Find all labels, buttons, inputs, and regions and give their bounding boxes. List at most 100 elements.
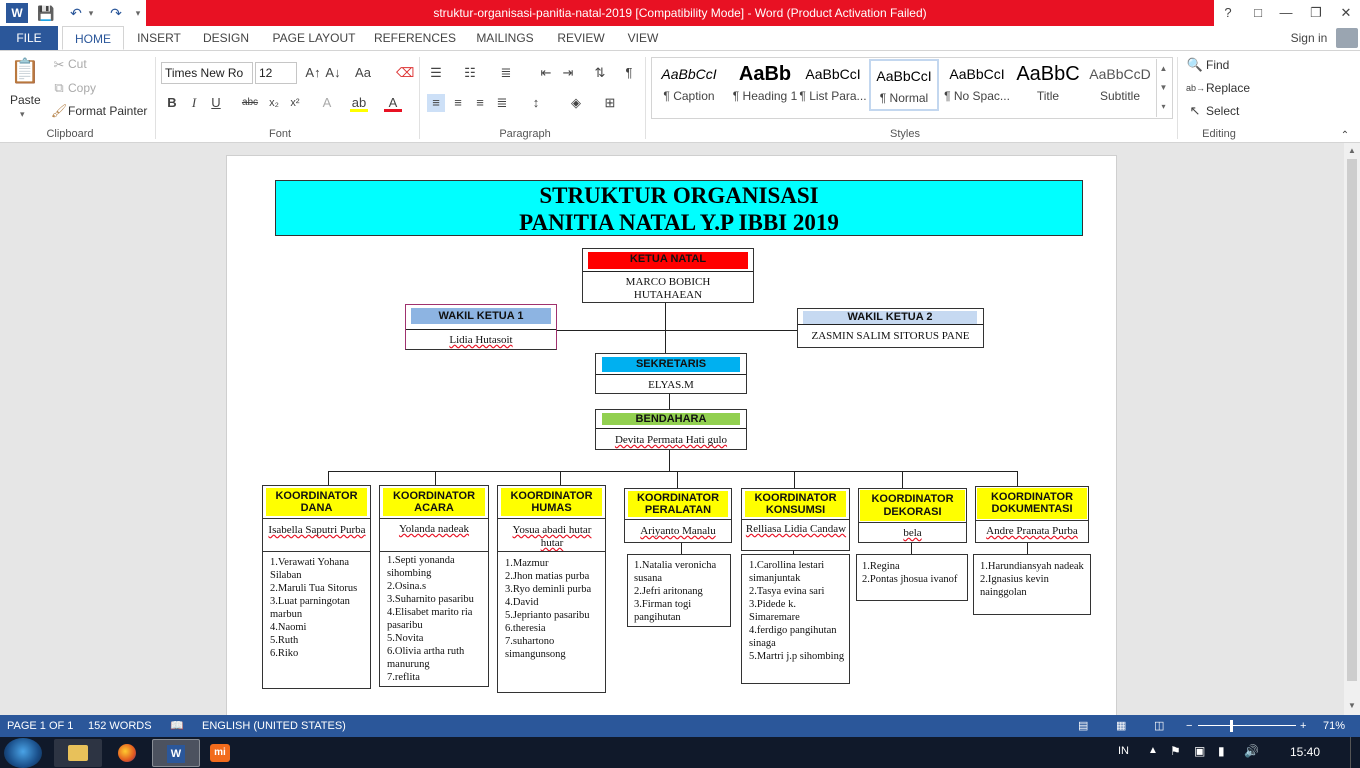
subscript-icon[interactable]: x₂ <box>265 94 283 112</box>
paste-dropdown-icon[interactable]: ▾ <box>20 109 25 120</box>
flag-icon[interactable]: ⚑ <box>1170 744 1181 758</box>
word-app-icon[interactable]: W <box>6 3 28 23</box>
tab-mailings[interactable]: MAILINGS <box>466 26 544 50</box>
help-button[interactable]: ? <box>1214 0 1242 26</box>
shading-icon[interactable]: ◈ <box>567 94 585 112</box>
restore-button[interactable]: ❐ <box>1302 0 1330 26</box>
italic-icon[interactable]: I <box>185 94 203 112</box>
undo-dropdown-icon[interactable]: ▾ <box>86 3 96 23</box>
bullets-icon[interactable]: ☰ <box>427 64 445 82</box>
scroll-up-icon[interactable]: ▲ <box>1347 146 1357 156</box>
align-left-icon[interactable]: ≡ <box>427 94 445 112</box>
shrink-font-icon[interactable]: A↓ <box>324 64 342 82</box>
undo-icon[interactable]: ↶ <box>66 3 86 23</box>
language-indicator[interactable]: ENGLISH (UNITED STATES) <box>202 715 346 737</box>
user-avatar-icon[interactable] <box>1336 28 1358 48</box>
format-painter-button[interactable]: Format Painter <box>68 104 147 118</box>
read-mode-icon[interactable]: ▤ <box>1078 715 1088 737</box>
clock[interactable]: 15:40 <box>1290 745 1320 759</box>
bold-icon[interactable]: B <box>163 94 181 112</box>
web-layout-icon[interactable]: ◫ <box>1154 715 1164 737</box>
style-title[interactable]: AaBbC Title <box>1012 59 1084 111</box>
taskbar-firefox[interactable] <box>104 739 152 767</box>
justify-icon[interactable]: ≣ <box>493 94 511 112</box>
redo-icon[interactable]: ↷ <box>106 3 126 23</box>
network-icon[interactable]: ▮ <box>1218 744 1225 758</box>
zoom-slider-thumb[interactable] <box>1230 720 1233 732</box>
scrollbar-thumb[interactable] <box>1347 159 1357 681</box>
style-no-spacing[interactable]: AaBbCcI ¶ No Spac... <box>941 59 1013 111</box>
show-hidden-icons-icon[interactable]: ▲ <box>1148 745 1158 756</box>
taskbar-explorer[interactable] <box>54 739 102 767</box>
style-list-paragraph[interactable]: AaBbCcI ¶ List Para... <box>797 59 869 111</box>
zoom-level[interactable]: 71% <box>1323 715 1345 737</box>
scroll-down-icon[interactable]: ▼ <box>1347 701 1357 711</box>
customize-qat-icon[interactable]: ▾ <box>132 3 144 23</box>
styles-scroll-buttons[interactable]: ▲ ▼ ▾ <box>1156 59 1170 117</box>
close-button[interactable]: ✕ <box>1332 0 1360 26</box>
taskbar-word[interactable]: W <box>152 739 200 767</box>
multilevel-list-icon[interactable]: ≣ <box>497 64 515 82</box>
cut-icon: ✂ <box>53 57 65 72</box>
show-desktop-button[interactable] <box>1350 737 1360 768</box>
paste-icon[interactable]: 📋 <box>10 57 40 87</box>
style-caption[interactable]: AaBbCcI ¶ Caption <box>653 59 725 111</box>
increase-indent-icon[interactable]: ⇥ <box>559 64 577 82</box>
replace-button[interactable]: Replace <box>1206 81 1250 95</box>
start-button-icon[interactable] <box>4 738 42 768</box>
style-normal[interactable]: AaBbCcI ¶ Normal <box>869 59 939 111</box>
tab-home[interactable]: HOME <box>62 26 124 50</box>
decrease-indent-icon[interactable]: ⇤ <box>537 64 555 82</box>
taskbar-mi[interactable]: mi <box>200 739 248 767</box>
underline-icon[interactable]: U <box>207 94 225 112</box>
superscript-icon[interactable]: x² <box>286 94 304 112</box>
tab-design[interactable]: DESIGN <box>196 26 256 50</box>
document-page[interactable]: STRUKTUR ORGANISASI PANITIA NATAL Y.P IB… <box>226 155 1117 715</box>
device-icon[interactable]: ▣ <box>1194 744 1205 758</box>
line-spacing-icon[interactable]: ↕ <box>527 94 545 112</box>
page-count[interactable]: PAGE 1 OF 1 <box>7 715 73 737</box>
sign-in-link[interactable]: Sign in <box>1284 26 1334 50</box>
volume-icon[interactable]: 🔊 <box>1244 744 1259 758</box>
clear-formatting-icon[interactable]: ⌫ <box>396 64 414 82</box>
font-color-icon[interactable]: A <box>384 94 402 112</box>
align-right-icon[interactable]: ≡ <box>471 94 489 112</box>
sort-icon[interactable]: ⇅ <box>591 64 609 82</box>
proofing-icon[interactable]: 📖 <box>170 715 184 737</box>
font-name-input[interactable]: Times New Ro <box>161 62 253 84</box>
koordinator-dana-name: Isabella Saputri Purba <box>268 524 366 536</box>
tab-page-layout[interactable]: PAGE LAYOUT <box>266 26 362 50</box>
grow-font-icon[interactable]: A↑ <box>304 64 322 82</box>
strikethrough-icon[interactable]: abc <box>241 94 259 112</box>
minimize-button[interactable]: — <box>1272 0 1300 26</box>
tab-file[interactable]: FILE <box>0 26 58 50</box>
style-heading-1[interactable]: AaBb ¶ Heading 1 <box>729 59 801 111</box>
zoom-in-icon[interactable]: + <box>1300 715 1306 737</box>
vertical-scrollbar[interactable]: ▲ ▼ <box>1344 143 1360 715</box>
word-count[interactable]: 152 WORDS <box>88 715 152 737</box>
copy-button[interactable]: Copy <box>68 81 96 95</box>
zoom-out-icon[interactable]: − <box>1186 715 1192 737</box>
zoom-slider[interactable] <box>1198 725 1296 726</box>
font-size-input[interactable]: 12 <box>255 62 297 84</box>
show-hide-formatting-icon[interactable]: ¶ <box>620 64 638 82</box>
align-center-icon[interactable]: ≡ <box>449 94 467 112</box>
paste-button[interactable]: Paste <box>10 93 41 107</box>
tab-references[interactable]: REFERENCES <box>370 26 460 50</box>
find-button[interactable]: Find <box>1206 58 1229 72</box>
highlight-icon[interactable]: ab <box>350 94 368 112</box>
cut-button[interactable]: Cut <box>68 57 87 71</box>
select-button[interactable]: Select <box>1206 104 1239 118</box>
ribbon-display-options-button[interactable]: □ <box>1244 0 1272 26</box>
numbering-icon[interactable]: ☷ <box>461 64 479 82</box>
save-icon[interactable]: 💾 <box>36 3 56 23</box>
tab-view[interactable]: VIEW <box>618 26 668 50</box>
tab-insert[interactable]: INSERT <box>130 26 188 50</box>
tab-review[interactable]: REVIEW <box>550 26 612 50</box>
borders-icon[interactable]: ⊞ <box>601 94 619 112</box>
text-effects-icon[interactable]: A <box>318 94 336 112</box>
change-case-icon[interactable]: Aa <box>354 64 372 82</box>
input-language[interactable]: IN <box>1118 745 1129 757</box>
style-subtitle[interactable]: AaBbCcD Subtitle <box>1084 59 1156 111</box>
print-layout-icon[interactable]: ▦ <box>1116 715 1126 737</box>
